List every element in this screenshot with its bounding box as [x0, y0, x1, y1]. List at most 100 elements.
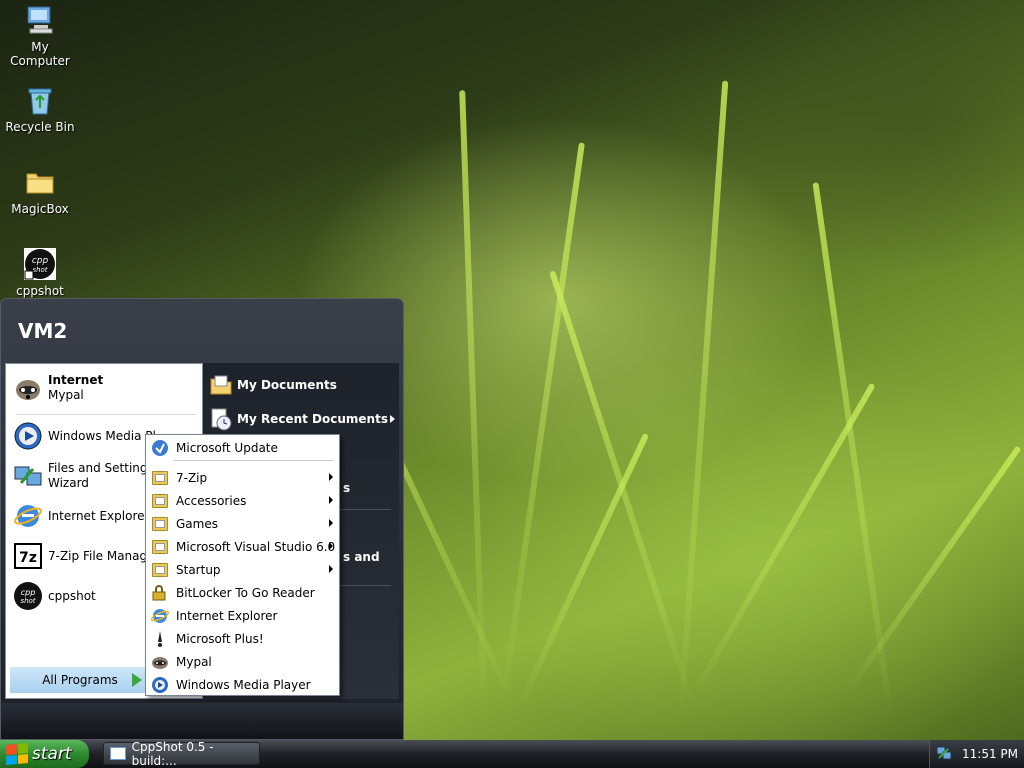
recent-item-internet-explorer[interactable]: Internet Explorer	[12, 500, 149, 532]
programs-item-internet-explorer[interactable]: Internet Explorer	[148, 605, 337, 627]
recent-item-label: Internet Explorer	[48, 509, 150, 523]
programs-item-label: Internet Explorer	[176, 609, 278, 623]
svg-text:cpp: cpp	[21, 588, 36, 597]
programs-item-label: Accessories	[176, 494, 247, 508]
arrow-right-icon	[329, 473, 333, 481]
start-menu-user: VM2	[18, 319, 68, 343]
desktop-icon-my-computer[interactable]: My Computer	[0, 4, 80, 68]
programs-item-label: Windows Media Player	[176, 678, 311, 692]
clock[interactable]: 11:51 PM	[962, 747, 1018, 761]
programs-item-label: Startup	[176, 563, 221, 577]
taskbar: start CppShot 0.5 - build:... 11:51 PM	[0, 740, 1024, 768]
recent-documents-icon	[209, 407, 233, 431]
internet-explorer-icon	[12, 500, 44, 532]
recent-item-media-player[interactable]: Windows Media Pl	[12, 420, 156, 452]
plus-icon	[151, 630, 169, 648]
programs-item-label: Microsoft Visual Studio 6.0	[176, 540, 336, 554]
svg-text:7z: 7z	[19, 550, 37, 566]
programs-item-microsoft-update[interactable]: Microsoft Update	[148, 437, 337, 459]
system-tray: 11:51 PM	[929, 740, 1024, 768]
programs-item-visual-studio[interactable]: Microsoft Visual Studio 6.0	[148, 536, 337, 558]
start-button-label: start	[32, 744, 72, 764]
transfer-wizard-icon	[12, 460, 44, 492]
programs-item-label: Microsoft Update	[176, 441, 278, 455]
programs-item-7zip[interactable]: 7-Zip	[148, 467, 337, 489]
start-menu-footer	[1, 703, 403, 739]
recent-item-label: 7-Zip File Manager	[48, 549, 160, 563]
taskbar-window-label: CppShot 0.5 - build:...	[131, 739, 214, 768]
right-item-label: My Recent Documents	[237, 412, 388, 426]
programs-item-label: Microsoft Plus!	[176, 632, 264, 646]
separator	[16, 414, 196, 415]
folder-icon	[151, 538, 169, 556]
programs-item-microsoft-plus[interactable]: Microsoft Plus!	[148, 628, 337, 650]
right-item-label: My Documents	[237, 378, 337, 392]
arrow-right-icon	[329, 496, 333, 504]
right-item-partial: s and	[343, 550, 380, 564]
svg-text:shot: shot	[20, 597, 35, 605]
arrow-right-icon	[329, 542, 333, 550]
arrow-right-icon	[329, 565, 333, 573]
taskbar-window-button[interactable]: CppShot 0.5 - build:...	[103, 739, 260, 768]
programs-item-label: Games	[176, 517, 218, 531]
programs-item-mypal[interactable]: Mypal	[148, 651, 337, 673]
programs-item-games[interactable]: Games	[148, 513, 337, 535]
programs-menu: Microsoft Update 7-Zip Accessories Games…	[145, 434, 340, 696]
svg-text:cpp: cpp	[32, 256, 49, 266]
mypal-icon	[12, 372, 44, 404]
recycle-bin-icon	[24, 84, 56, 116]
arrow-right-icon	[390, 415, 395, 423]
windows-logo-icon	[6, 743, 28, 765]
recent-item-label: Windows Media Pl	[48, 429, 156, 443]
desktop-icon-label: cppshot	[16, 284, 64, 298]
desktop-icon-recycle-bin[interactable]: Recycle Bin	[0, 84, 80, 134]
programs-item-accessories[interactable]: Accessories	[148, 490, 337, 512]
pinned-item-subtitle: Mypal	[48, 388, 84, 402]
programs-item-startup[interactable]: Startup	[148, 559, 337, 581]
right-item-my-documents[interactable]: My Documents	[209, 373, 337, 397]
start-button[interactable]: start	[0, 740, 89, 768]
programs-item-media-player[interactable]: Windows Media Player	[148, 674, 337, 696]
7zip-icon: 7z	[12, 540, 44, 572]
folder-icon	[151, 492, 169, 510]
desktop-icon-cppshot[interactable]: cpp shot cppshot	[0, 248, 80, 298]
documents-icon	[209, 373, 233, 397]
folder-icon	[151, 561, 169, 579]
arrow-right-icon	[329, 519, 333, 527]
update-icon	[151, 439, 169, 457]
computer-icon	[24, 4, 56, 36]
folder-icon	[24, 166, 56, 198]
programs-item-bitlocker[interactable]: BitLocker To Go Reader	[148, 582, 337, 604]
desktop-icon-label: MagicBox	[11, 202, 69, 216]
bitlocker-icon	[151, 584, 169, 602]
folder-icon	[151, 515, 169, 533]
network-icon[interactable]	[936, 745, 952, 764]
svg-text:shot: shot	[32, 266, 47, 274]
media-player-icon	[151, 676, 169, 694]
programs-item-label: 7-Zip	[176, 471, 208, 485]
desktop-icon-label: My Computer	[10, 40, 70, 68]
pinned-item-title: Internet	[48, 373, 104, 387]
all-programs-label: All Programs	[42, 673, 118, 687]
desktop-icon-label: Recycle Bin	[5, 120, 75, 134]
mypal-icon	[151, 653, 169, 671]
right-item-recent-documents[interactable]: My Recent Documents	[209, 407, 395, 431]
desktop-icon-magicbox[interactable]: MagicBox	[0, 166, 80, 216]
folder-icon	[151, 469, 169, 487]
recent-item-7zip[interactable]: 7z 7-Zip File Manager	[12, 540, 159, 572]
pinned-item-internet[interactable]: Internet Mypal	[12, 372, 103, 404]
wallpaper-grass	[501, 142, 585, 698]
right-item-partial: s	[343, 481, 351, 495]
media-player-icon	[12, 420, 44, 452]
recent-item-transfer-wizard[interactable]: Files and Settings T Wizard	[12, 460, 165, 492]
programs-item-label: BitLocker To Go Reader	[176, 586, 315, 600]
wallpaper-grass	[677, 80, 729, 720]
arrow-right-icon	[131, 673, 142, 687]
recent-item-cppshot[interactable]: cpp shot cppshot	[12, 580, 96, 612]
programs-item-label: Mypal	[176, 655, 212, 669]
cppshot-icon: cpp shot	[12, 580, 44, 612]
separator	[174, 460, 334, 461]
recent-item-label: cppshot	[48, 589, 96, 603]
internet-explorer-icon	[151, 607, 169, 625]
cppshot-icon: cpp shot	[24, 248, 56, 280]
